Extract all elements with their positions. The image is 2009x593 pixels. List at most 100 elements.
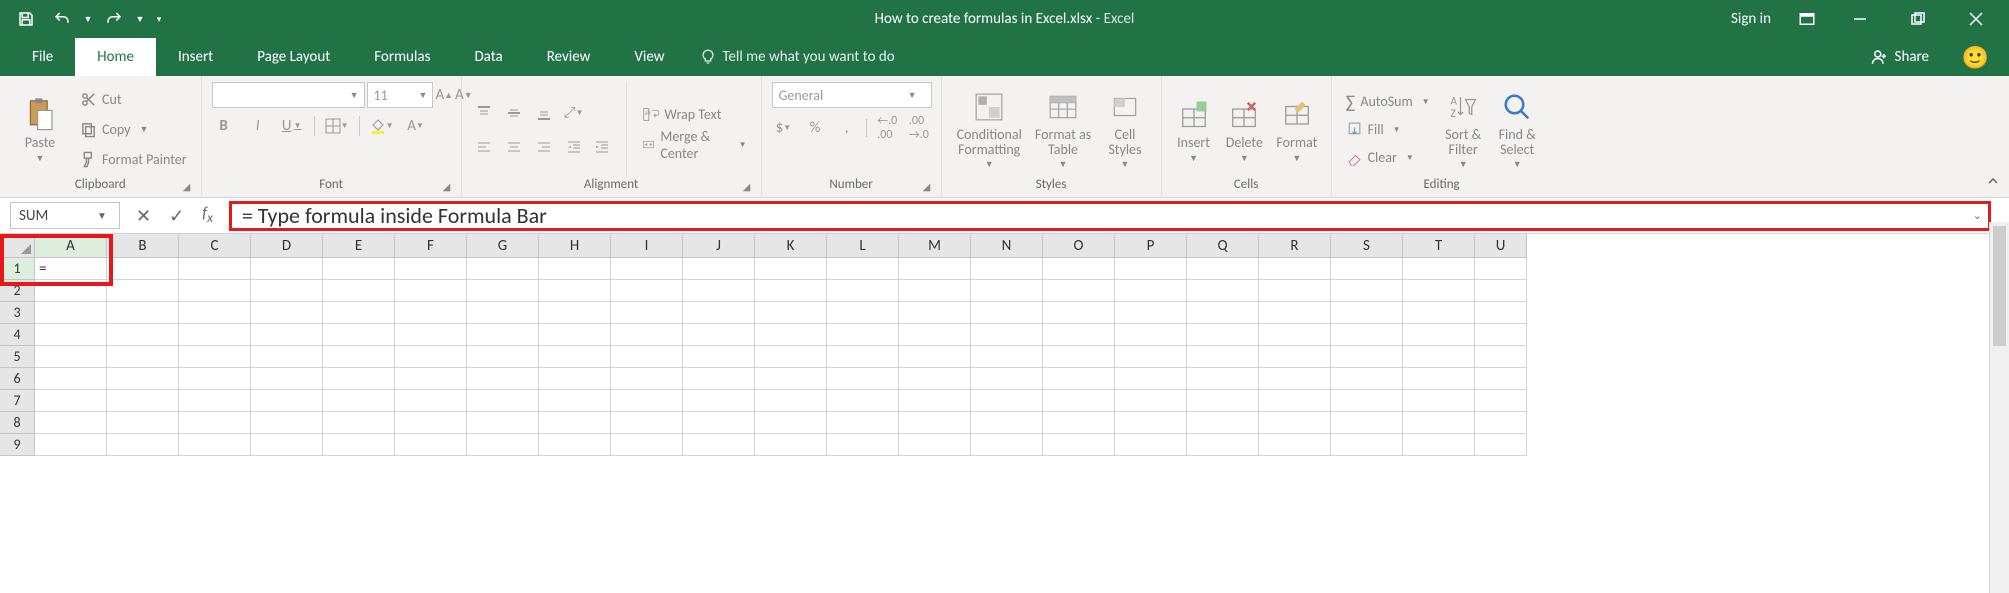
cell-K7[interactable] xyxy=(755,390,827,412)
cell-A7[interactable] xyxy=(35,390,107,412)
cell-T6[interactable] xyxy=(1403,368,1475,390)
cell-C2[interactable] xyxy=(179,280,251,302)
collapse-ribbon-button[interactable] xyxy=(1983,171,2003,191)
bold-button[interactable]: B xyxy=(212,114,236,138)
cell-G5[interactable] xyxy=(467,346,539,368)
cell-B9[interactable] xyxy=(107,434,179,456)
cell-G6[interactable] xyxy=(467,368,539,390)
cut-button[interactable]: Cut xyxy=(76,87,191,113)
tab-review[interactable]: Review xyxy=(525,38,613,76)
column-header-U[interactable]: U xyxy=(1475,234,1527,258)
align-top-button[interactable] xyxy=(472,101,496,125)
column-header-B[interactable]: B xyxy=(107,234,179,258)
cell-J5[interactable] xyxy=(683,346,755,368)
cell-Q1[interactable] xyxy=(1187,258,1259,280)
cell-R3[interactable] xyxy=(1259,302,1331,324)
cell-A3[interactable] xyxy=(35,302,107,324)
tab-view[interactable]: View xyxy=(612,38,686,76)
share-button[interactable]: Share xyxy=(1871,48,1929,66)
font-name-dropdown[interactable]: ▼ xyxy=(212,82,365,108)
cell-N6[interactable] xyxy=(971,368,1043,390)
cell-L3[interactable] xyxy=(827,302,899,324)
wrap-text-button[interactable]: abWrap Text xyxy=(638,102,750,128)
format-as-table-button[interactable]: Format as Table▼ xyxy=(1033,82,1094,177)
cell-E7[interactable] xyxy=(323,390,395,412)
cell-K3[interactable] xyxy=(755,302,827,324)
cell-F3[interactable] xyxy=(395,302,467,324)
cell-D5[interactable] xyxy=(251,346,323,368)
font-size-dropdown[interactable]: ▼ xyxy=(367,82,434,108)
cell-F8[interactable] xyxy=(395,412,467,434)
cell-R9[interactable] xyxy=(1259,434,1331,456)
merge-center-button[interactable]: Merge & Center▼ xyxy=(638,132,750,158)
paste-button[interactable]: Paste ▼ xyxy=(10,82,70,177)
cell-E8[interactable] xyxy=(323,412,395,434)
cell-P9[interactable] xyxy=(1115,434,1187,456)
cell-U6[interactable] xyxy=(1475,368,1527,390)
tab-home[interactable]: Home xyxy=(75,38,156,76)
format-cells-button[interactable]: Format▼ xyxy=(1273,82,1320,177)
cell-K5[interactable] xyxy=(755,346,827,368)
cell-D2[interactable] xyxy=(251,280,323,302)
column-header-M[interactable]: M xyxy=(899,234,971,258)
cell-M1[interactable] xyxy=(899,258,971,280)
cell-C3[interactable] xyxy=(179,302,251,324)
cell-U3[interactable] xyxy=(1475,302,1527,324)
cell-H2[interactable] xyxy=(539,280,611,302)
enter-formula-button[interactable]: ✓ xyxy=(169,205,184,227)
cell-D7[interactable] xyxy=(251,390,323,412)
align-left-button[interactable] xyxy=(472,135,496,159)
cell-B8[interactable] xyxy=(107,412,179,434)
copy-button[interactable]: Copy▼ xyxy=(76,117,191,143)
row-header-8[interactable]: 8 xyxy=(0,412,35,434)
cell-G2[interactable] xyxy=(467,280,539,302)
increase-indent-button[interactable] xyxy=(590,135,614,159)
comma-format-button[interactable]: , xyxy=(835,116,859,140)
column-header-N[interactable]: N xyxy=(971,234,1043,258)
cell-O5[interactable] xyxy=(1043,346,1115,368)
cell-M5[interactable] xyxy=(899,346,971,368)
cell-R1[interactable] xyxy=(1259,258,1331,280)
expand-formula-bar-button[interactable]: ⌄ xyxy=(1973,209,1982,222)
column-header-D[interactable]: D xyxy=(251,234,323,258)
cell-C9[interactable] xyxy=(179,434,251,456)
cell-J6[interactable] xyxy=(683,368,755,390)
format-painter-button[interactable]: Format Painter xyxy=(76,147,191,173)
cell-K1[interactable] xyxy=(755,258,827,280)
column-header-C[interactable]: C xyxy=(179,234,251,258)
cell-H9[interactable] xyxy=(539,434,611,456)
cell-T5[interactable] xyxy=(1403,346,1475,368)
feedback-smiley-icon[interactable]: 🙂 xyxy=(1962,44,1989,71)
cell-R4[interactable] xyxy=(1259,324,1331,346)
cell-D4[interactable] xyxy=(251,324,323,346)
font-color-button[interactable]: A▼ xyxy=(404,114,428,138)
cell-O9[interactable] xyxy=(1043,434,1115,456)
cell-K4[interactable] xyxy=(755,324,827,346)
cell-E4[interactable] xyxy=(323,324,395,346)
cell-P8[interactable] xyxy=(1115,412,1187,434)
cell-F4[interactable] xyxy=(395,324,467,346)
cell-E3[interactable] xyxy=(323,302,395,324)
cell-T9[interactable] xyxy=(1403,434,1475,456)
cell-I3[interactable] xyxy=(611,302,683,324)
cell-J1[interactable] xyxy=(683,258,755,280)
align-right-button[interactable] xyxy=(532,135,556,159)
cell-U8[interactable] xyxy=(1475,412,1527,434)
cell-P5[interactable] xyxy=(1115,346,1187,368)
vertical-scrollbar[interactable] xyxy=(1989,222,2009,593)
cell-E5[interactable] xyxy=(323,346,395,368)
cell-I6[interactable] xyxy=(611,368,683,390)
cell-T7[interactable] xyxy=(1403,390,1475,412)
column-header-P[interactable]: P xyxy=(1115,234,1187,258)
cell-I7[interactable] xyxy=(611,390,683,412)
cell-J8[interactable] xyxy=(683,412,755,434)
column-header-L[interactable]: L xyxy=(827,234,899,258)
cell-F2[interactable] xyxy=(395,280,467,302)
cell-U7[interactable] xyxy=(1475,390,1527,412)
cell-T8[interactable] xyxy=(1403,412,1475,434)
cell-K8[interactable] xyxy=(755,412,827,434)
cell-N8[interactable] xyxy=(971,412,1043,434)
cell-F5[interactable] xyxy=(395,346,467,368)
cell-J2[interactable] xyxy=(683,280,755,302)
cell-U4[interactable] xyxy=(1475,324,1527,346)
